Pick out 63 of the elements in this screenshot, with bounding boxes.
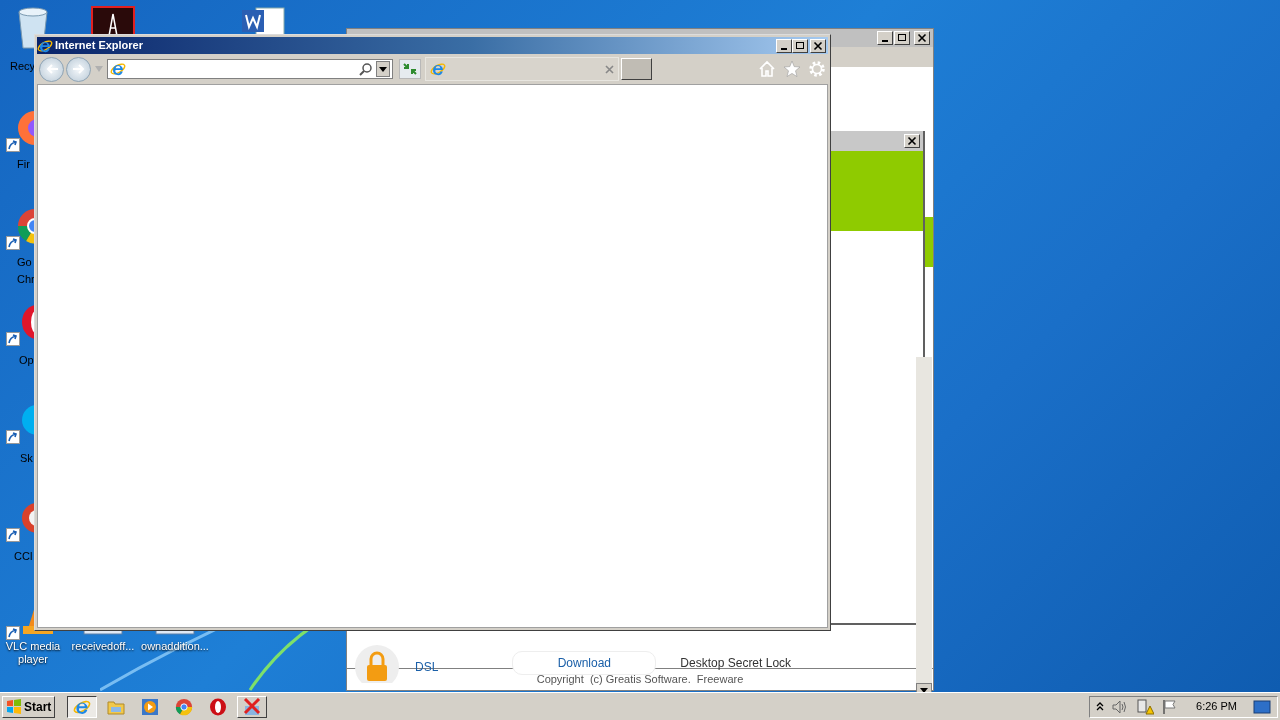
product-title: Desktop Secret Lock [680,655,792,672]
network-warning-icon[interactable] [1136,698,1155,715]
new-tab-button[interactable] [621,58,652,80]
scrollbar[interactable] [916,357,932,692]
padlock-icon [353,643,401,683]
desktop-icon-label[interactable]: Recy [10,58,36,75]
clock-time[interactable]: 6:26 PM [1196,698,1237,715]
desktop-icon-label[interactable]: Go Chr [17,254,36,287]
flag-icon[interactable] [1162,698,1179,715]
product-label[interactable]: DSL [415,658,439,676]
maximize-button[interactable] [894,31,910,45]
ie-icon [110,61,126,77]
compatibility-button[interactable] [399,59,421,79]
chrome-icon [175,697,194,716]
desktop-icon-label[interactable]: VLC media player [0,640,68,666]
shortcut-arrow-icon [6,430,20,444]
arrow-right-icon [71,63,86,75]
close-button[interactable] [904,134,920,148]
copyright-text: Copyright (c) Greatis Software. Freeware [536,672,744,688]
close-icon [906,135,918,147]
close-icon [812,39,824,52]
shortcut-arrow-icon [6,332,20,346]
shortcut-arrow-icon [6,236,20,250]
shortcut-arrow-icon [6,626,20,640]
start-button[interactable]: Start [2,695,56,718]
maximize-icon [794,39,806,52]
address-field[interactable] [107,59,393,79]
ie-icon [37,37,53,54]
close-tab-icon[interactable] [605,64,614,74]
folder-icon [107,698,126,715]
desktop-icon-label[interactable]: ownaddition... [140,640,210,653]
minimize-button[interactable] [877,31,893,45]
shortcut-arrow-icon [6,138,20,152]
desktop-icon-label[interactable]: Fir [17,156,30,173]
desktop-icon-label[interactable]: CCl [14,548,33,565]
cross-icon [242,697,263,716]
search-icon[interactable] [359,62,373,76]
accent-bar [925,217,933,267]
download-button[interactable]: Download [512,651,657,675]
windows-logo-icon [6,698,22,715]
maximize-icon [896,32,908,44]
ie-icon [430,61,446,77]
minimize-button[interactable] [776,38,792,53]
chevron-up-icon[interactable] [1096,702,1105,711]
address-dropdown-button[interactable] [376,61,390,77]
minimize-icon [882,40,888,42]
star-icon[interactable] [783,60,801,78]
window-title: Internet Explorer [55,38,144,54]
desktop-icon-label[interactable]: Sk [20,450,33,467]
close-button[interactable] [810,38,826,53]
swap-arrows-icon [402,62,418,76]
shortcut-arrow-icon [6,528,20,542]
arrow-left-icon [44,63,59,75]
show-desktop-icon[interactable] [1253,699,1271,714]
taskbar-button[interactable] [67,695,98,718]
desktop-icon-label[interactable]: Op [19,352,34,369]
close-button[interactable] [914,31,930,45]
maximize-button[interactable] [792,38,808,53]
desktop-icon-label[interactable]: receivedoff... [68,640,138,653]
speaker-icon[interactable] [1112,699,1129,714]
close-icon [916,32,928,44]
opera-icon [209,697,228,716]
play-icon [141,697,160,716]
